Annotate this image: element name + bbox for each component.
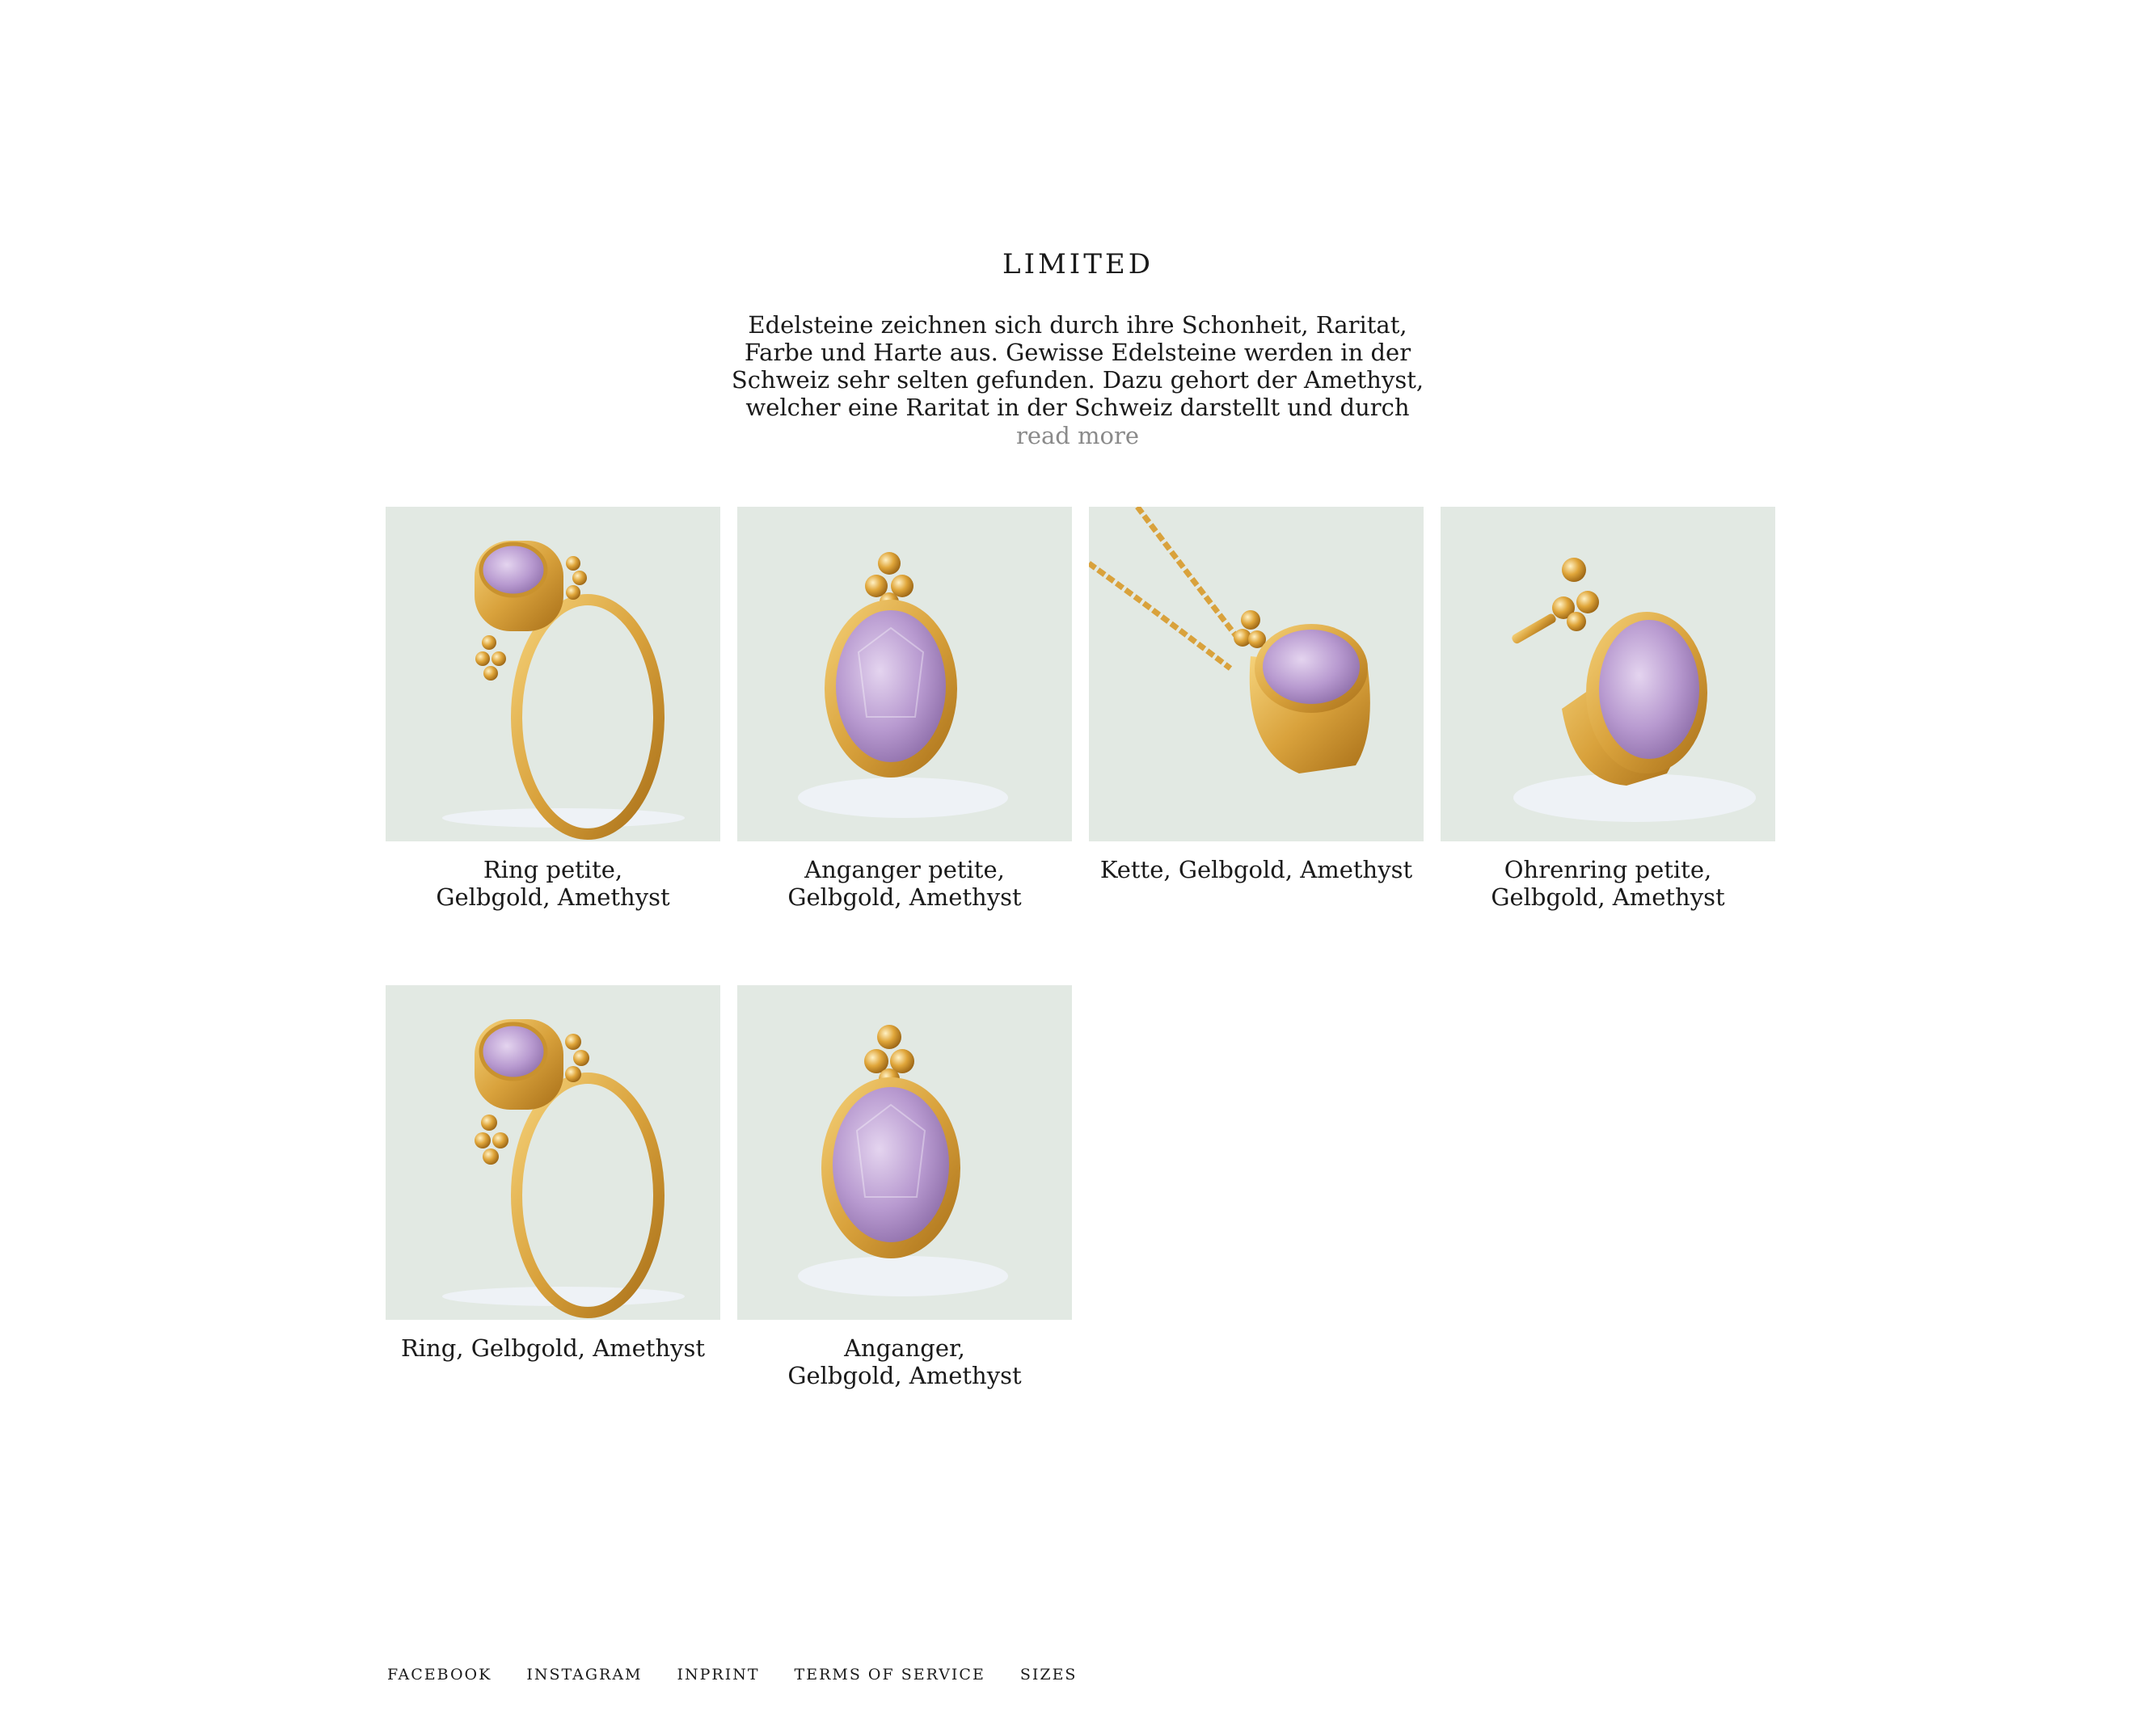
product-card[interactable]: Anganger, Gelbgold, Amethyst bbox=[737, 985, 1072, 1464]
necklace-icon bbox=[1089, 507, 1370, 773]
product-caption[interactable]: Anganger petite, Gelbgold, Amethyst bbox=[737, 856, 1072, 911]
footer-nav: FACEBOOK INSTAGRAM INPRINT TERMS OF SERV… bbox=[387, 1666, 1112, 1684]
product-card[interactable]: Ring petite, Gelbgold, Amethyst bbox=[386, 507, 720, 985]
pendant-icon bbox=[798, 552, 1008, 818]
product-card[interactable]: Kette, Gelbgold, Amethyst bbox=[1089, 507, 1424, 985]
product-image[interactable] bbox=[737, 507, 1072, 841]
product-name: Anganger petite, bbox=[804, 856, 1005, 883]
read-more-link[interactable]: read more bbox=[1016, 421, 1139, 450]
footer-link-facebook[interactable]: FACEBOOK bbox=[387, 1666, 492, 1684]
ring-icon bbox=[442, 1019, 685, 1318]
intro-text: Edelsteine zeichnen sich durch ihre Scho… bbox=[731, 311, 1424, 421]
footer-link-instagram[interactable]: INSTAGRAM bbox=[526, 1666, 642, 1684]
product-card[interactable]: Anganger petite, Gelbgold, Amethyst bbox=[737, 507, 1072, 985]
product-image[interactable] bbox=[386, 985, 720, 1320]
footer-link-terms[interactable]: TERMS OF SERVICE bbox=[795, 1666, 985, 1684]
product-grid: Ring petite, Gelbgold, Amethyst Anganger… bbox=[386, 507, 1776, 1464]
product-caption[interactable]: Ring petite, Gelbgold, Amethyst bbox=[386, 856, 720, 911]
product-details: Gelbgold, Amethyst bbox=[787, 883, 1022, 911]
footer-link-sizes[interactable]: SIZES bbox=[1020, 1666, 1078, 1684]
pendant-icon bbox=[798, 1025, 1008, 1296]
product-caption[interactable]: Anganger, Gelbgold, Amethyst bbox=[737, 1334, 1072, 1389]
product-image[interactable] bbox=[1089, 507, 1424, 841]
product-name: Kette, Gelbgold, Amethyst bbox=[1099, 856, 1413, 883]
product-details: Gelbgold, Amethyst bbox=[1491, 883, 1725, 911]
product-caption[interactable]: Ohrenring petite, Gelbgold, Amethyst bbox=[1441, 856, 1775, 911]
product-name: Ring petite, bbox=[483, 856, 623, 883]
product-card[interactable]: Ring, Gelbgold, Amethyst bbox=[386, 985, 720, 1464]
ring-icon bbox=[442, 541, 685, 840]
product-name: Anganger, bbox=[844, 1334, 965, 1362]
product-name: Ohrenring petite, bbox=[1504, 856, 1712, 883]
intro-section: Edelsteine zeichnen sich durch ihre Scho… bbox=[714, 311, 1441, 450]
product-image[interactable] bbox=[1441, 507, 1775, 841]
product-image[interactable] bbox=[737, 985, 1072, 1320]
product-card[interactable]: Ohrenring petite, Gelbgold, Amethyst bbox=[1441, 507, 1775, 985]
product-details: Gelbgold, Amethyst bbox=[436, 883, 670, 911]
product-name: Ring, Gelbgold, Amethyst bbox=[400, 1334, 706, 1362]
product-image[interactable] bbox=[386, 507, 720, 841]
product-details: Gelbgold, Amethyst bbox=[787, 1362, 1022, 1389]
product-caption[interactable]: Ring, Gelbgold, Amethyst bbox=[386, 1334, 720, 1362]
page-title: LIMITED bbox=[1002, 248, 1154, 280]
product-caption[interactable]: Kette, Gelbgold, Amethyst bbox=[1089, 856, 1424, 883]
earring-icon bbox=[1512, 558, 1756, 822]
footer-link-inprint[interactable]: INPRINT bbox=[677, 1666, 760, 1684]
